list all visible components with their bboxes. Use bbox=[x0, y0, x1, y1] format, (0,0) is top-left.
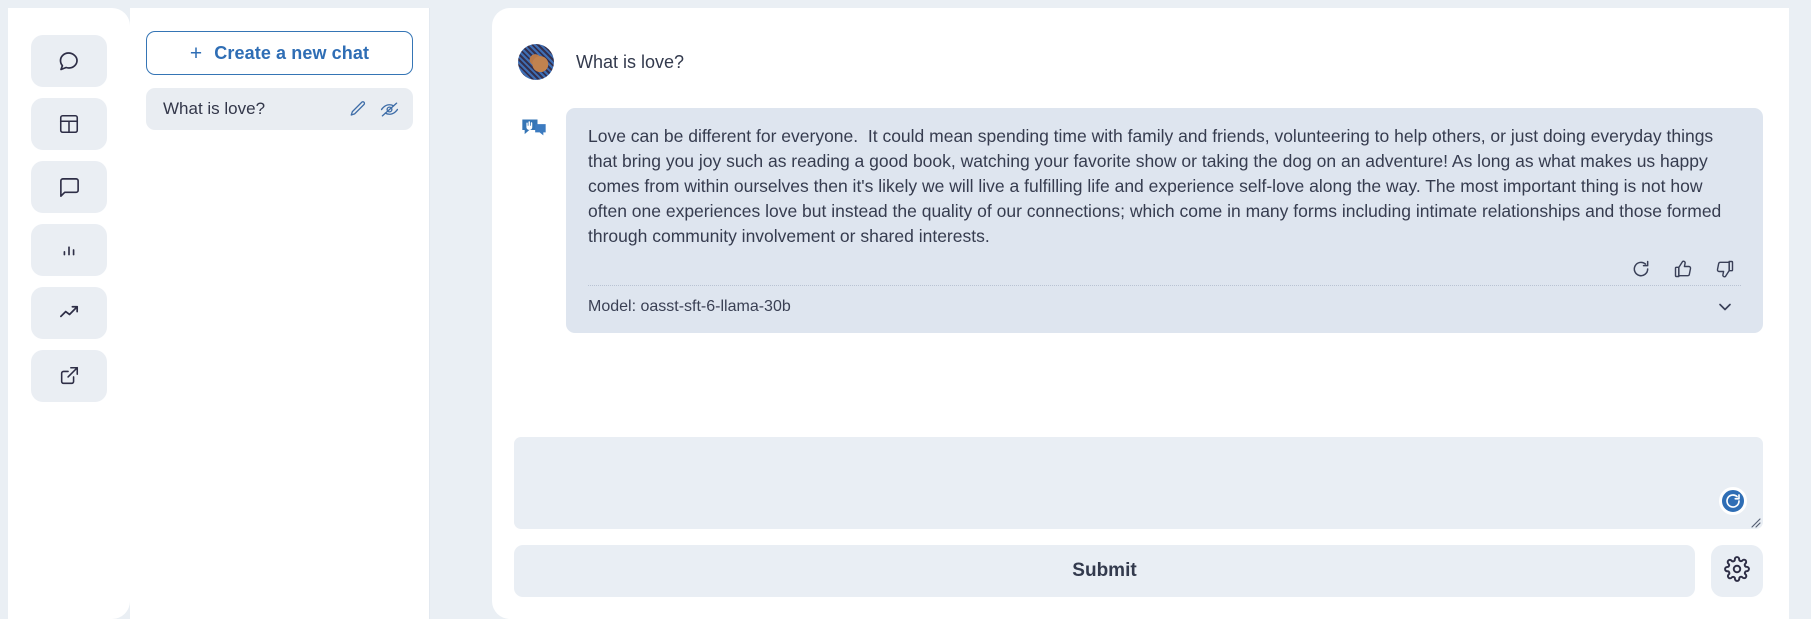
rail-item-messages[interactable] bbox=[31, 161, 107, 213]
rail-item-stats[interactable] bbox=[31, 224, 107, 276]
assistant-message-actions bbox=[588, 259, 1741, 279]
pencil-icon[interactable] bbox=[349, 100, 367, 118]
gear-icon bbox=[1724, 555, 1750, 587]
thumbs-up-button[interactable] bbox=[1673, 259, 1693, 279]
plus-icon: + bbox=[189, 41, 203, 65]
chevron-down-icon[interactable] bbox=[1715, 297, 1741, 317]
main-area: What is love? Love can be different for … bbox=[430, 8, 1811, 619]
composer bbox=[514, 437, 1763, 529]
bar-chart-icon bbox=[58, 239, 80, 261]
conversation-thread: What is love? Love can be different for … bbox=[492, 8, 1789, 619]
globe-avatar bbox=[518, 44, 554, 80]
resize-grip[interactable] bbox=[1747, 514, 1761, 528]
chat-list-panel: + Create a new chat What is love? bbox=[130, 8, 430, 619]
rail-item-trends[interactable] bbox=[31, 287, 107, 339]
thread-spacer bbox=[514, 333, 1763, 421]
rail-item-dashboard[interactable] bbox=[31, 98, 107, 150]
regenerate-icon[interactable] bbox=[1719, 487, 1747, 515]
submit-row: Submit bbox=[514, 529, 1763, 619]
settings-button[interactable] bbox=[1711, 545, 1763, 597]
assistant-message-bubble: Love can be different for everyone. It c… bbox=[566, 108, 1763, 333]
assistant-message-text: Love can be different for everyone. It c… bbox=[588, 126, 1727, 246]
chat-list-item-actions bbox=[349, 100, 399, 119]
submit-button[interactable]: Submit bbox=[514, 545, 1695, 597]
user-message-text: What is love? bbox=[576, 52, 685, 72]
composer-area: Submit bbox=[514, 421, 1763, 619]
eye-off-icon[interactable] bbox=[380, 100, 399, 119]
trending-up-icon bbox=[58, 302, 81, 325]
app-root: + Create a new chat What is love? What i… bbox=[0, 0, 1811, 619]
chat-list-item-title: What is love? bbox=[163, 99, 266, 118]
assistant-message-row: Love can be different for everyone. It c… bbox=[514, 108, 1763, 333]
retry-button[interactable] bbox=[1631, 259, 1651, 279]
rail-item-external[interactable] bbox=[31, 350, 107, 402]
create-new-chat-button[interactable]: + Create a new chat bbox=[146, 31, 413, 75]
assistant-message-footer: Model: oasst-sft-6-llama-30b bbox=[588, 285, 1741, 321]
rail-item-chat[interactable] bbox=[31, 35, 107, 87]
dashboard-icon bbox=[58, 113, 80, 135]
user-message-row: What is love? bbox=[514, 38, 1763, 80]
model-label: Model: oasst-sft-6-llama-30b bbox=[588, 298, 791, 315]
create-new-chat-label: Create a new chat bbox=[214, 42, 370, 63]
chat-round-icon bbox=[57, 49, 81, 73]
message-square-icon bbox=[58, 176, 81, 199]
message-input[interactable] bbox=[514, 437, 1763, 529]
icon-rail bbox=[8, 8, 130, 619]
chat-list-item[interactable]: What is love? bbox=[146, 88, 413, 130]
assistant-wave-icon bbox=[520, 116, 548, 149]
external-link-icon bbox=[58, 365, 80, 387]
thumbs-down-button[interactable] bbox=[1715, 259, 1735, 279]
